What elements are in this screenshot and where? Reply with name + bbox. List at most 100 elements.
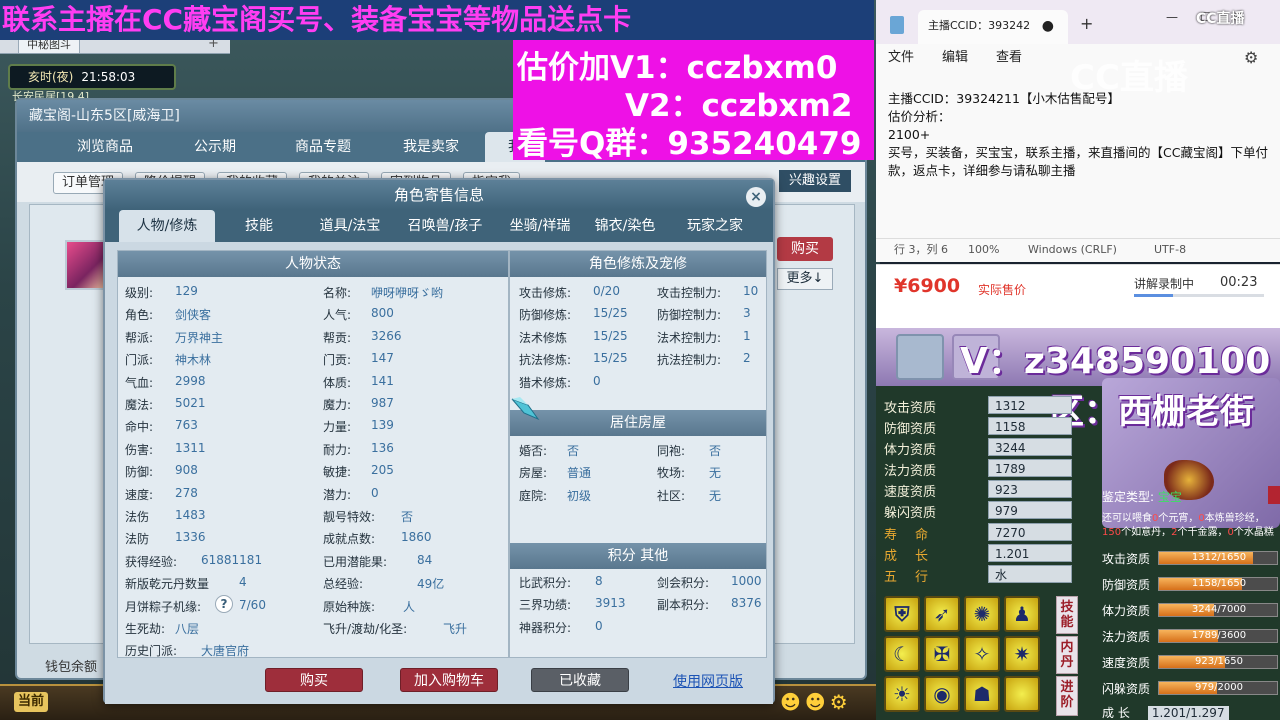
buy-button[interactable]: 购买 <box>265 668 363 692</box>
tab-pet-skills[interactable]: 技能 <box>1056 596 1078 634</box>
stat-value: 剑侠客 <box>175 308 212 323</box>
stat-value: 800 <box>371 306 394 321</box>
pet-attr-label: 法力资质 <box>884 464 937 479</box>
tab-skills[interactable]: 技能 <box>221 210 297 242</box>
stat-value: 129 <box>175 284 198 298</box>
stat-row: 总经验: 49亿 <box>323 575 444 592</box>
tab-pet-neidan[interactable]: 内丹 <box>1056 636 1078 674</box>
stat-label: 靓号特效: <box>323 510 376 524</box>
stat-row: 获得经验: 61881181 <box>125 553 262 570</box>
aptitude-row: 体力资质 3244/7000 <box>1102 602 1278 619</box>
dialog-tabs: 人物/修炼 技能 道具/法宝 召唤兽/孩子 坐骑/祥瑞 锦衣/染色 玩家之家 <box>105 210 773 242</box>
burst-icon[interactable]: ✷ <box>1004 636 1040 672</box>
aptitude-bar: 1789/3600 <box>1158 629 1278 643</box>
stat-value: 0/20 <box>593 284 620 298</box>
aptitude-bar: 3244/7000 <box>1158 603 1278 617</box>
stat-label: 潜力: <box>323 487 352 502</box>
blank[interactable] <box>1004 676 1040 712</box>
house-value: 否 <box>709 444 722 458</box>
interest-settings-button[interactable]: 兴趣设置 <box>778 170 851 192</box>
aptitude-bar: 1312/1650 <box>1158 551 1278 565</box>
stat-value: 49亿 <box>417 577 445 592</box>
tab-items[interactable]: 道具/法宝 <box>305 210 395 242</box>
stat-row: 已用潜能果: 84 <box>323 553 432 570</box>
notepad-tab-title: 主播CCID：393242 <box>928 19 1031 32</box>
tab-pet-advance[interactable]: 进阶 <box>1056 676 1078 716</box>
toolbar-icons[interactable]: ☻☻⚙ <box>780 690 852 714</box>
nav-seller[interactable]: 我是卖家 <box>377 132 485 162</box>
current-channel-button[interactable]: 当前 <box>14 692 49 712</box>
wheel-icon[interactable]: ✺ <box>964 596 1000 632</box>
nav-browse[interactable]: 浏览商品 <box>51 132 159 162</box>
price-strip: ¥6900 实际售价 讲解录制中 00:23 <box>876 264 1280 328</box>
house-label: 同袍: <box>657 444 686 458</box>
add-to-cart-button[interactable]: 加入购物车 <box>400 668 498 692</box>
stat-label: 速度: <box>125 487 154 502</box>
menu-view[interactable]: 查看 <box>996 44 1022 72</box>
sphere-icon[interactable]: ◉ <box>924 676 960 712</box>
hooded-icon[interactable]: ☗ <box>964 676 1000 712</box>
stat-value: 1483 <box>175 508 206 522</box>
aptitude-text: 1789/3600 <box>1191 630 1247 641</box>
stat-row: 月饼粽子机缘: 7/60? <box>125 594 266 615</box>
bow-icon[interactable]: ➶ <box>924 596 960 632</box>
close-icon[interactable]: × <box>746 187 766 207</box>
aptitude-text: 923/1650 <box>1195 656 1243 667</box>
score-label: 神器积分: <box>519 620 572 635</box>
notepad-window: 主播CCID：393242 ● + —☐✕ 文件 编辑 查看 ⚙ 主播CCID：… <box>876 0 1280 262</box>
rune-icon[interactable]: ✠ <box>924 636 960 672</box>
dialog-title: 角色寄售信息 <box>105 180 773 210</box>
stat-label: 角色: <box>125 308 154 323</box>
pet-slot[interactable] <box>896 334 944 380</box>
help-icon[interactable]: ? <box>215 594 233 613</box>
pet-attr-label: 速度资质 <box>884 485 937 500</box>
score-row: 副本积分: 8376 <box>657 596 762 613</box>
tab-mounts[interactable]: 坐骑/祥瑞 <box>495 210 585 242</box>
favorited-button[interactable]: 已收藏 <box>531 668 629 692</box>
feed-note-e: 本炼兽珍经， <box>1204 513 1265 524</box>
notepad-tab[interactable]: 主播CCID：393242 ● <box>918 10 1068 44</box>
new-tab-icon[interactable]: + <box>1080 14 1093 33</box>
cc-logo: CC直播 <box>1196 11 1245 27</box>
menu-edit[interactable]: 编辑 <box>942 44 968 72</box>
nav-topics[interactable]: 商品专题 <box>269 132 377 162</box>
aptitude-label: 防御资质 <box>1102 578 1151 592</box>
zoom-level: 100% <box>968 243 1000 256</box>
figure-icon[interactable]: ♟ <box>1004 596 1040 632</box>
aptitude-row: 法力资质 1789/3600 <box>1102 628 1278 645</box>
contact-v-overlay: V：z348590100 <box>960 341 1271 382</box>
stat-label: 飞升/渡劫/化圣: <box>323 622 408 636</box>
score-title: 积分 其他 <box>510 543 766 569</box>
tab-home[interactable]: 玩家之家 <box>671 210 759 242</box>
claw-icon[interactable]: ✧ <box>964 636 1000 672</box>
buy-side-button[interactable]: 购买 <box>777 237 833 261</box>
stat-row: 抗法修炼: 15/25 <box>519 351 628 368</box>
nav-public[interactable]: 公示期 <box>161 132 269 162</box>
notepad-content[interactable]: 主播CCID：39324211【小木估售配号】 估价分析： 2100+ 买号，买… <box>888 90 1268 180</box>
tab-pets[interactable]: 召唤兽/孩子 <box>395 210 495 242</box>
shield-icon[interactable]: ⛨ <box>884 596 920 632</box>
cc-watermark: CC直播 <box>1070 58 1188 98</box>
score-row: 三界功绩: 3913 <box>519 596 626 613</box>
game-clock: 亥时(夜) 21:58:03 <box>8 64 176 90</box>
unsaved-dot-icon[interactable]: ● <box>1042 10 1054 42</box>
tab-outfits[interactable]: 锦衣/染色 <box>585 210 665 242</box>
menu-file[interactable]: 文件 <box>888 44 914 72</box>
stat-label: 抗法修炼: <box>519 353 572 368</box>
pet-attr-value: 1789 <box>988 459 1072 477</box>
crescent-icon[interactable]: ☾ <box>884 636 920 672</box>
stat-row: 魔法: 5021 <box>125 396 206 413</box>
stat-value: 飞升 <box>443 622 468 636</box>
stat-row: 伤害: 1311 <box>125 441 206 458</box>
stat-label: 原始种族: <box>323 599 376 614</box>
house-row: 婚否: 否 <box>519 442 579 459</box>
pet-gold-attr-row: 寿命 7270 <box>884 523 1072 543</box>
valuation-line-3: 看号Q群：935240479 <box>517 126 862 162</box>
stat-label: 力量: <box>323 420 352 435</box>
aptitude-row: 速度资质 923/1650 <box>1102 654 1278 671</box>
tab-character[interactable]: 人物/修炼 <box>119 210 215 242</box>
sun-icon[interactable]: ☀ <box>884 676 920 712</box>
web-version-link[interactable]: 使用网页版 <box>673 671 743 691</box>
gear-icon[interactable]: ⚙ <box>1244 48 1258 67</box>
more-button[interactable]: 更多↓ <box>777 268 833 290</box>
